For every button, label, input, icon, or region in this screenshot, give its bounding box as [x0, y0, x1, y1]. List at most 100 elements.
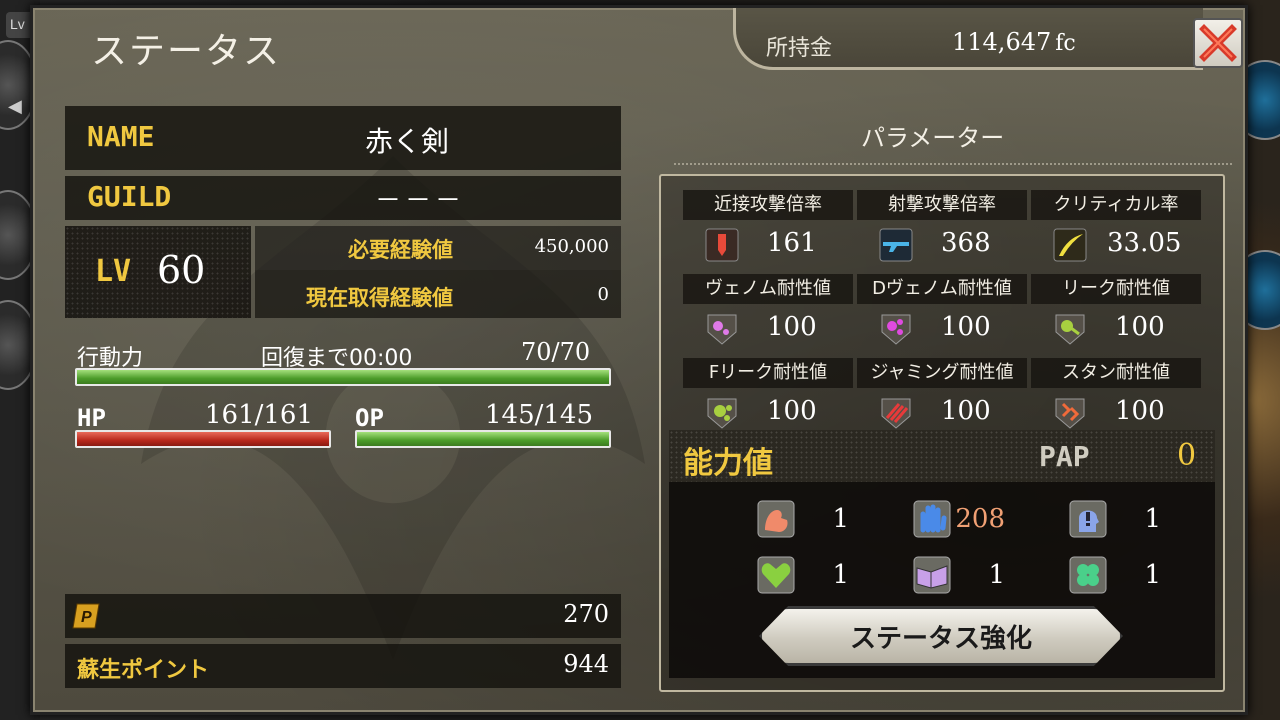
level-box: LV 60 [65, 226, 251, 318]
param-value: 100 [1115, 312, 1165, 342]
ability-cell: 208 [855, 494, 1005, 544]
exp-required-row: 必要経験値 450,000 [255, 226, 621, 270]
hp-bar-fill [77, 432, 329, 446]
op-bar [355, 430, 611, 448]
param-label: ジャミング耐性値 [857, 358, 1027, 388]
param-label: スタン耐性値 [1031, 358, 1201, 388]
param-value: 100 [767, 396, 817, 426]
leak-icon [1055, 314, 1085, 345]
svg-text:P: P [81, 609, 92, 626]
action-bar-fill [77, 370, 609, 384]
ability-value: 208 [955, 504, 1005, 534]
revive-points-row: 蘇生ポイント 944 [65, 644, 621, 688]
param-cell: ジャミング耐性値 100 [857, 350, 1027, 432]
money-unit: fc [1055, 31, 1076, 56]
param-cell: 射撃攻撃倍率 368 [857, 182, 1027, 264]
sword-icon [705, 228, 739, 262]
jamming-icon [881, 398, 911, 429]
ability-cell: 1 [699, 494, 849, 544]
param-label: ヴェノム耐性値 [683, 274, 853, 304]
pap-label: PAP [1039, 440, 1090, 473]
clover-icon [1069, 556, 1107, 594]
ability-cell: 1 [1011, 550, 1161, 600]
action-value: 70/70 [521, 338, 591, 366]
param-label: Dヴェノム耐性値 [857, 274, 1027, 304]
ability-cell: 1 [855, 550, 1005, 600]
ability-header: 能力値 PAP 0 [669, 430, 1215, 482]
critical-icon [1053, 228, 1087, 262]
op-bar-fill [357, 432, 609, 446]
arm-icon [757, 500, 795, 538]
param-label: Fリーク耐性値 [683, 358, 853, 388]
status-modal: ステータス 所持金 114,647 fc NAME 赤く剣 GUILD －－－ L… [30, 5, 1248, 715]
hp-label: HP [77, 404, 106, 432]
name-row: NAME 赤く剣 [65, 106, 621, 170]
level-value: 60 [157, 248, 206, 292]
hand-icon [913, 500, 951, 538]
param-label: 近接攻撃倍率 [683, 190, 853, 220]
pap-value: 0 [1177, 438, 1197, 473]
level-label: LV [95, 254, 132, 289]
param-cell: 近接攻撃倍率 161 [683, 182, 853, 264]
ability-cell: 1 [699, 550, 849, 600]
param-value: 161 [767, 228, 817, 258]
param-cell: Fリーク耐性値 100 [683, 350, 853, 432]
hp-value: 161/161 [205, 400, 314, 430]
guild-value: －－－ [375, 186, 466, 216]
param-value: 100 [941, 396, 991, 426]
revive-points-label: 蘇生ポイント [77, 658, 210, 683]
guild-row: GUILD －－－ [65, 176, 621, 220]
parameters-divider [673, 162, 1233, 166]
f-leak-icon [707, 398, 737, 429]
exp-required-value: 450,000 [534, 236, 609, 257]
stun-icon [1055, 398, 1085, 429]
status-enhance-label: ステータス強化 [849, 623, 1032, 654]
money-panel: 所持金 114,647 fc [733, 8, 1203, 70]
d-venom-icon [881, 314, 911, 345]
param-value: 100 [941, 312, 991, 342]
close-button[interactable] [1193, 18, 1243, 68]
op-label: OP [355, 404, 384, 432]
ability-value: 1 [832, 504, 849, 534]
venom-icon [707, 314, 737, 345]
gun-icon [879, 228, 913, 262]
heart-icon [757, 556, 795, 594]
status-enhance-button[interactable]: ステータス強化 [759, 606, 1123, 666]
parameters-title: パラメーター [861, 124, 1005, 152]
param-label: リーク耐性値 [1031, 274, 1201, 304]
exp-current-value: 0 [597, 284, 609, 305]
ability-value: 1 [832, 560, 849, 590]
param-cell: リーク耐性値 100 [1031, 266, 1201, 348]
param-label: クリティカル率 [1031, 190, 1201, 220]
money-value: 114,647 fc [952, 28, 1076, 56]
param-value: 368 [941, 228, 991, 258]
p-points-row: P 270 [65, 594, 621, 638]
ability-cell: 1 [1011, 494, 1161, 544]
ability-value: 1 [1144, 504, 1161, 534]
param-cell: スタン耐性値 100 [1031, 350, 1201, 432]
close-icon [1199, 24, 1237, 62]
p-points-value: 270 [563, 600, 609, 628]
name-label: NAME [87, 120, 155, 153]
chevron-left-icon: ◀ [8, 96, 22, 117]
param-value: 100 [1115, 396, 1165, 426]
param-cell: クリティカル率 33.05 [1031, 182, 1201, 264]
character-name: 赤く剣 [365, 125, 450, 158]
exp-current-row: 現在取得経験値 0 [255, 274, 621, 318]
action-bar [75, 368, 611, 386]
exp-required-label: 必要経験値 [348, 238, 453, 262]
modal-title: ステータス [91, 30, 282, 71]
p-points-icon: P [72, 603, 100, 629]
param-cell: ヴェノム耐性値 100 [683, 266, 853, 348]
param-cell: Dヴェノム耐性値 100 [857, 266, 1027, 348]
guild-label: GUILD [87, 180, 172, 213]
ability-title: 能力値 [683, 446, 773, 481]
param-label: 射撃攻撃倍率 [857, 190, 1027, 220]
book-icon [913, 556, 951, 594]
experience-panel: 必要経験値 450,000 現在取得経験値 0 [255, 226, 621, 318]
ability-value: 1 [988, 560, 1005, 590]
revive-points-value: 944 [563, 650, 609, 678]
param-value: 100 [767, 312, 817, 342]
head-icon [1069, 500, 1107, 538]
exp-current-label: 現在取得経験値 [306, 286, 453, 310]
